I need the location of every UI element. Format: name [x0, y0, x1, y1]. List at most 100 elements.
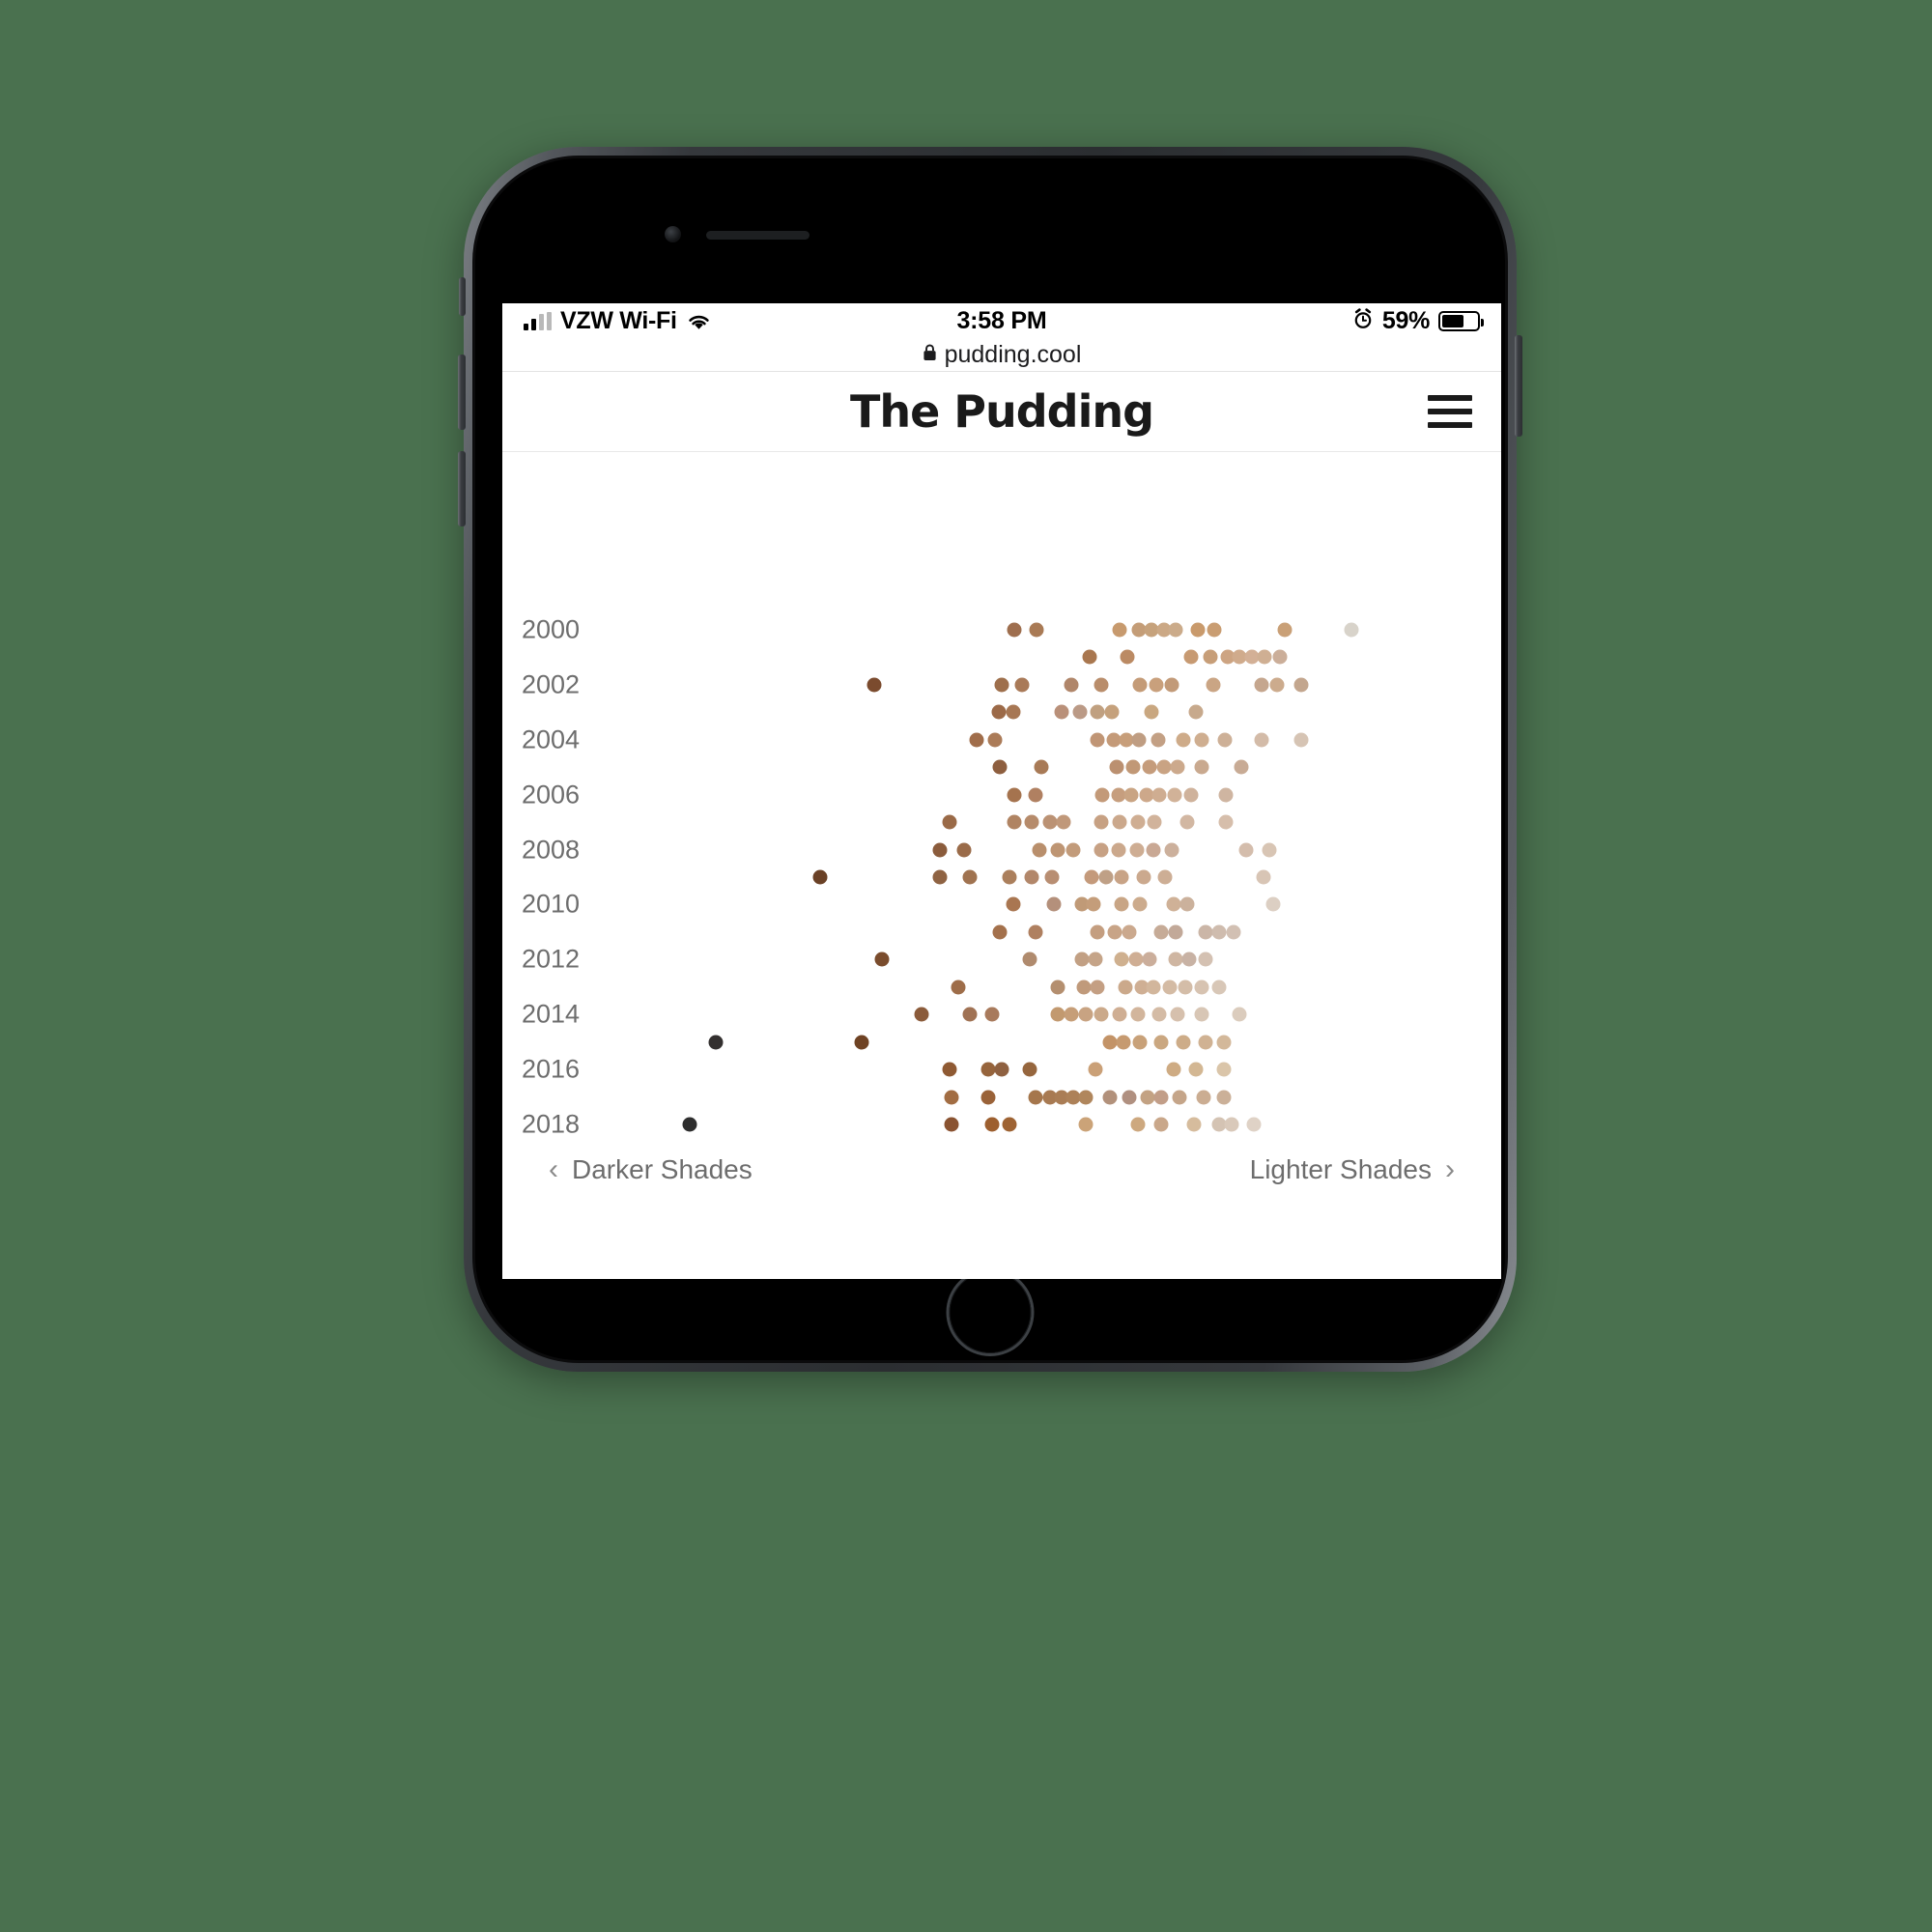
- chart-dot[interactable]: [1198, 952, 1213, 967]
- chart-dot[interactable]: [1084, 869, 1099, 885]
- chart-dot[interactable]: [1082, 649, 1097, 665]
- chart-dot[interactable]: [1269, 677, 1285, 693]
- chart-dot[interactable]: [1179, 896, 1195, 912]
- chart-dot[interactable]: [1102, 1090, 1118, 1105]
- chart-dot[interactable]: [980, 1062, 996, 1077]
- chart-dot[interactable]: [1112, 814, 1127, 830]
- chart-dot[interactable]: [1022, 1062, 1037, 1077]
- chart-dot[interactable]: [1257, 649, 1272, 665]
- chart-dot[interactable]: [1153, 924, 1169, 940]
- chart-dot[interactable]: [944, 1117, 959, 1132]
- chart-dot[interactable]: [1028, 787, 1043, 803]
- chart-dot[interactable]: [1024, 869, 1039, 885]
- chart-dot[interactable]: [1074, 952, 1090, 967]
- chart-dot[interactable]: [1094, 814, 1109, 830]
- chart-dot[interactable]: [1078, 1117, 1094, 1132]
- chart-dot[interactable]: [1042, 814, 1058, 830]
- chart-dot[interactable]: [1007, 814, 1022, 830]
- chart-dot[interactable]: [1178, 980, 1193, 995]
- chart-dot[interactable]: [1064, 1007, 1079, 1022]
- chart-dot[interactable]: [867, 677, 882, 693]
- chart-dot[interactable]: [1151, 787, 1167, 803]
- darker-shades-button[interactable]: ‹ Darker Shades: [549, 1153, 753, 1186]
- chart-dot[interactable]: [1056, 814, 1071, 830]
- chart-dot[interactable]: [1090, 732, 1105, 748]
- chart-dot[interactable]: [1111, 842, 1126, 858]
- chart-dot[interactable]: [1194, 732, 1209, 748]
- chart-dot[interactable]: [942, 814, 957, 830]
- chart-dot[interactable]: [1183, 787, 1199, 803]
- chart-dot[interactable]: [1112, 1007, 1127, 1022]
- chart-dot[interactable]: [1132, 896, 1148, 912]
- chart-dot[interactable]: [1065, 842, 1081, 858]
- chart-dot[interactable]: [1149, 677, 1164, 693]
- chart-dot[interactable]: [1218, 787, 1234, 803]
- chart-dot[interactable]: [1028, 1090, 1043, 1105]
- chart-dot[interactable]: [1116, 1035, 1131, 1050]
- chart-dot[interactable]: [1181, 952, 1197, 967]
- chart-dot[interactable]: [854, 1035, 869, 1050]
- chart-dot[interactable]: [1104, 704, 1120, 720]
- chart-dot[interactable]: [987, 732, 1003, 748]
- chart-dot[interactable]: [1153, 1035, 1169, 1050]
- chart-dot[interactable]: [1188, 1062, 1204, 1077]
- chart-dot[interactable]: [1254, 732, 1269, 748]
- chart-dot[interactable]: [1188, 704, 1204, 720]
- chart-dot[interactable]: [1146, 842, 1161, 858]
- chart-dot[interactable]: [1140, 1090, 1155, 1105]
- chart-dot[interactable]: [1162, 980, 1178, 995]
- chart-dot[interactable]: [1170, 1007, 1185, 1022]
- volume-down-button[interactable]: [458, 451, 466, 526]
- chart-dot[interactable]: [1125, 759, 1141, 775]
- chart-dot[interactable]: [1088, 952, 1103, 967]
- chart-dot[interactable]: [1206, 677, 1221, 693]
- chart-dot[interactable]: [1094, 842, 1109, 858]
- site-logo[interactable]: The Pudding: [850, 385, 1154, 438]
- chart-dot[interactable]: [984, 1117, 1000, 1132]
- chart-dot[interactable]: [1183, 649, 1199, 665]
- chart-dot[interactable]: [1166, 896, 1181, 912]
- chart-dot[interactable]: [1044, 869, 1060, 885]
- chart-dot[interactable]: [1022, 952, 1037, 967]
- chart-dot[interactable]: [1265, 896, 1281, 912]
- chart-dot[interactable]: [1029, 622, 1044, 638]
- chart-dot[interactable]: [1293, 677, 1309, 693]
- chart-dot[interactable]: [1007, 622, 1022, 638]
- chart-dot[interactable]: [1088, 1062, 1103, 1077]
- chart-dot[interactable]: [1112, 622, 1127, 638]
- chart-dot[interactable]: [1218, 814, 1234, 830]
- chart-dot[interactable]: [1132, 1035, 1148, 1050]
- chart-dot[interactable]: [1050, 980, 1065, 995]
- chart-dot[interactable]: [1211, 924, 1227, 940]
- chart-dot[interactable]: [1114, 869, 1129, 885]
- chart-dot[interactable]: [1007, 787, 1022, 803]
- chart-dot[interactable]: [1028, 924, 1043, 940]
- chart-dot[interactable]: [962, 869, 978, 885]
- chart-dot[interactable]: [1128, 952, 1144, 967]
- hamburger-menu-icon[interactable]: [1428, 395, 1472, 428]
- chart-dot[interactable]: [1032, 842, 1047, 858]
- chart-dot[interactable]: [1211, 980, 1227, 995]
- chart-dot[interactable]: [1118, 980, 1133, 995]
- chart-dot[interactable]: [1006, 896, 1021, 912]
- chart-dot[interactable]: [1203, 649, 1218, 665]
- chart-dot[interactable]: [1054, 704, 1069, 720]
- chart-dot[interactable]: [1246, 1117, 1262, 1132]
- chart-dot[interactable]: [1234, 759, 1249, 775]
- chart-dot[interactable]: [1142, 952, 1157, 967]
- chart-dot[interactable]: [942, 1062, 957, 1077]
- chart-dot[interactable]: [1072, 704, 1088, 720]
- chart-dot[interactable]: [1090, 924, 1105, 940]
- chart-dot[interactable]: [1168, 924, 1183, 940]
- chart-dot[interactable]: [1094, 1007, 1109, 1022]
- chart-dot[interactable]: [1293, 732, 1309, 748]
- chart-dot[interactable]: [994, 1062, 1009, 1077]
- chart-dot[interactable]: [1076, 980, 1092, 995]
- chart-dot[interactable]: [1190, 622, 1206, 638]
- chart-dot[interactable]: [1277, 622, 1293, 638]
- chart-dot[interactable]: [1109, 759, 1124, 775]
- chart-dot[interactable]: [1131, 732, 1147, 748]
- chart-dot[interactable]: [1122, 1090, 1137, 1105]
- chart-dot[interactable]: [1090, 704, 1105, 720]
- chart-dot[interactable]: [1166, 1062, 1181, 1077]
